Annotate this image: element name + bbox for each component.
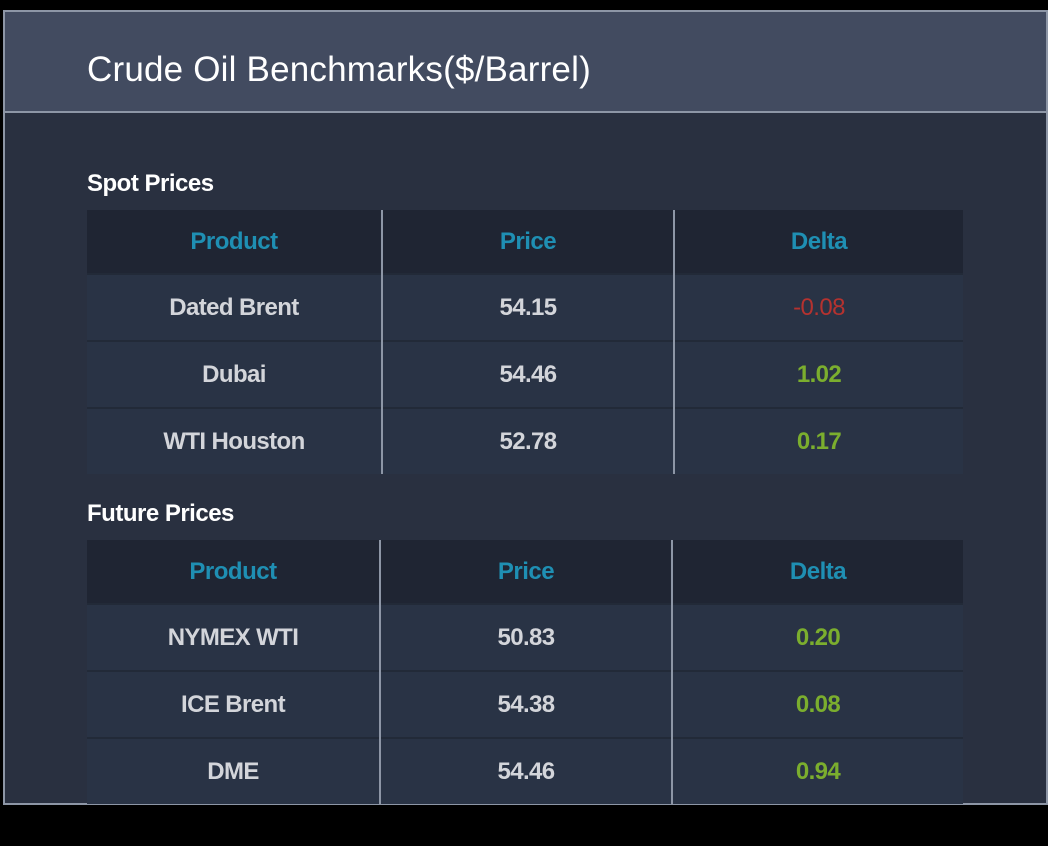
table-header-row: Product Price Delta: [87, 210, 963, 274]
column-header-product[interactable]: Product: [87, 210, 382, 274]
price-cell: 54.15: [381, 273, 674, 341]
product-cell: DME: [87, 737, 380, 804]
price-cell: 54.46: [381, 340, 674, 408]
delta-cell: 1.02: [673, 340, 963, 408]
table-row: DME 54.46 0.94: [87, 737, 963, 804]
product-cell: ICE Brent: [87, 670, 380, 738]
table-header-row: Product Price Delta: [87, 540, 963, 604]
spot-prices-title: Spot Prices: [87, 170, 214, 197]
column-header-delta[interactable]: Delta: [671, 540, 963, 604]
column-header-price[interactable]: Price: [379, 540, 672, 604]
delta-cell: 0.20: [671, 603, 963, 671]
delta-cell: 0.08: [671, 670, 963, 738]
widget-header: Crude Oil Benchmarks($/Barrel): [5, 10, 1046, 113]
price-cell: 54.46: [379, 737, 672, 804]
product-cell: WTI Houston: [87, 407, 382, 474]
delta-cell: -0.08: [673, 273, 963, 341]
bottom-bar: [0, 805, 1048, 846]
delta-cell: 0.94: [671, 737, 963, 804]
benchmarks-widget: Crude Oil Benchmarks($/Barrel) Spot Pric…: [3, 10, 1048, 805]
product-cell: Dubai: [87, 340, 382, 408]
column-header-product[interactable]: Product: [87, 540, 380, 604]
table-row: WTI Houston 52.78 0.17: [87, 407, 963, 474]
spot-prices-table: Product Price Delta Dated Brent 54.15 -0…: [87, 210, 963, 474]
product-cell: Dated Brent: [87, 273, 382, 341]
table-row: ICE Brent 54.38 0.08: [87, 670, 963, 738]
table-row: Dubai 54.46 1.02: [87, 340, 963, 408]
future-prices-table: Product Price Delta NYMEX WTI 50.83 0.20…: [87, 540, 963, 804]
delta-cell: 0.17: [673, 407, 963, 474]
future-prices-title: Future Prices: [87, 500, 234, 527]
price-cell: 50.83: [379, 603, 672, 671]
product-cell: NYMEX WTI: [87, 603, 380, 671]
price-cell: 54.38: [379, 670, 672, 738]
price-cell: 52.78: [381, 407, 674, 474]
screen: Crude Oil Benchmarks($/Barrel) Spot Pric…: [0, 0, 1048, 846]
table-row: Dated Brent 54.15 -0.08: [87, 273, 963, 341]
column-header-price[interactable]: Price: [381, 210, 674, 274]
widget-title: Crude Oil Benchmarks($/Barrel): [87, 50, 591, 89]
column-header-delta[interactable]: Delta: [673, 210, 963, 274]
table-row: NYMEX WTI 50.83 0.20: [87, 603, 963, 671]
